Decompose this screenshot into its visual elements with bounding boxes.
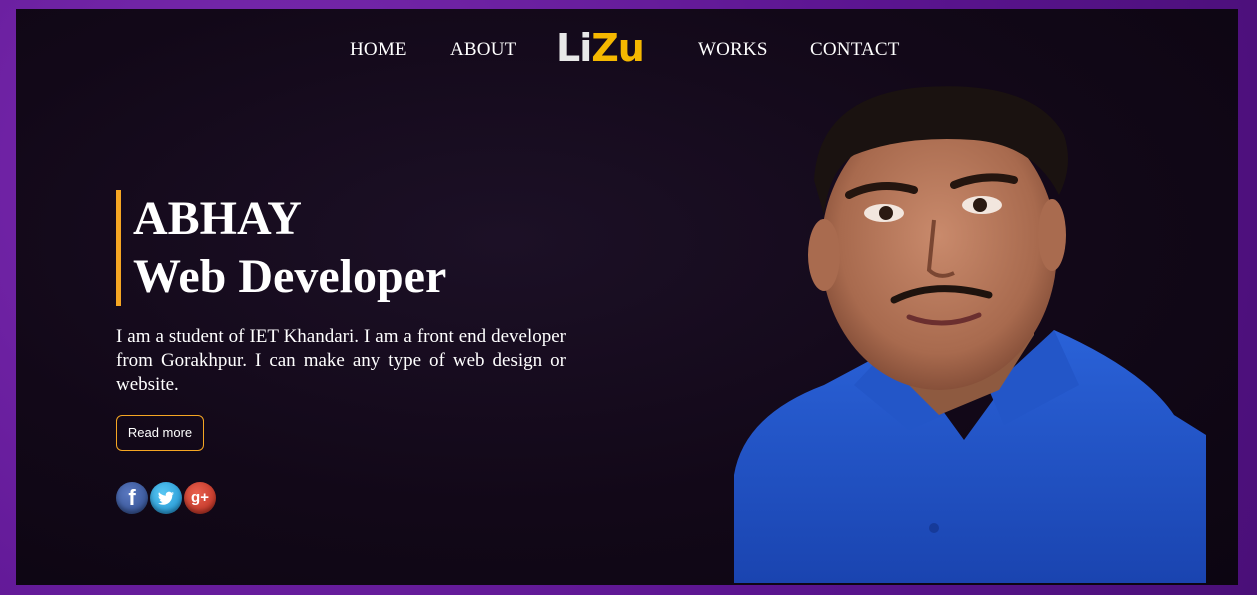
nav-home[interactable]: HOME bbox=[350, 39, 407, 61]
logo-part-li: Li bbox=[556, 26, 592, 70]
twitter-icon[interactable] bbox=[150, 482, 182, 514]
profile-photo bbox=[734, 86, 1206, 583]
hero-bio: I am a student of IET Khandari. I am a f… bbox=[116, 326, 566, 395]
main-nav: HOME ABOUT LiZu WORKS CONTACT bbox=[16, 29, 1238, 75]
hero-role: Web Developer bbox=[133, 250, 447, 303]
google-plus-icon[interactable]: g+ bbox=[184, 482, 216, 514]
nav-about[interactable]: ABOUT bbox=[450, 39, 516, 61]
facebook-icon[interactable]: f bbox=[116, 482, 148, 514]
site-logo[interactable]: LiZu bbox=[556, 26, 645, 70]
logo-part-zu: Zu bbox=[591, 26, 645, 70]
nav-works[interactable]: WORKS bbox=[698, 39, 768, 61]
nav-contact[interactable]: CONTACT bbox=[810, 39, 900, 61]
hero-name: ABHAY bbox=[133, 192, 302, 245]
hero-section: HOME ABOUT LiZu WORKS CONTACT ABHAY Web … bbox=[16, 9, 1238, 585]
twitter-bird-icon bbox=[158, 491, 174, 505]
hero-heading: ABHAY Web Developer bbox=[116, 190, 446, 306]
read-more-button[interactable]: Read more bbox=[116, 415, 204, 451]
